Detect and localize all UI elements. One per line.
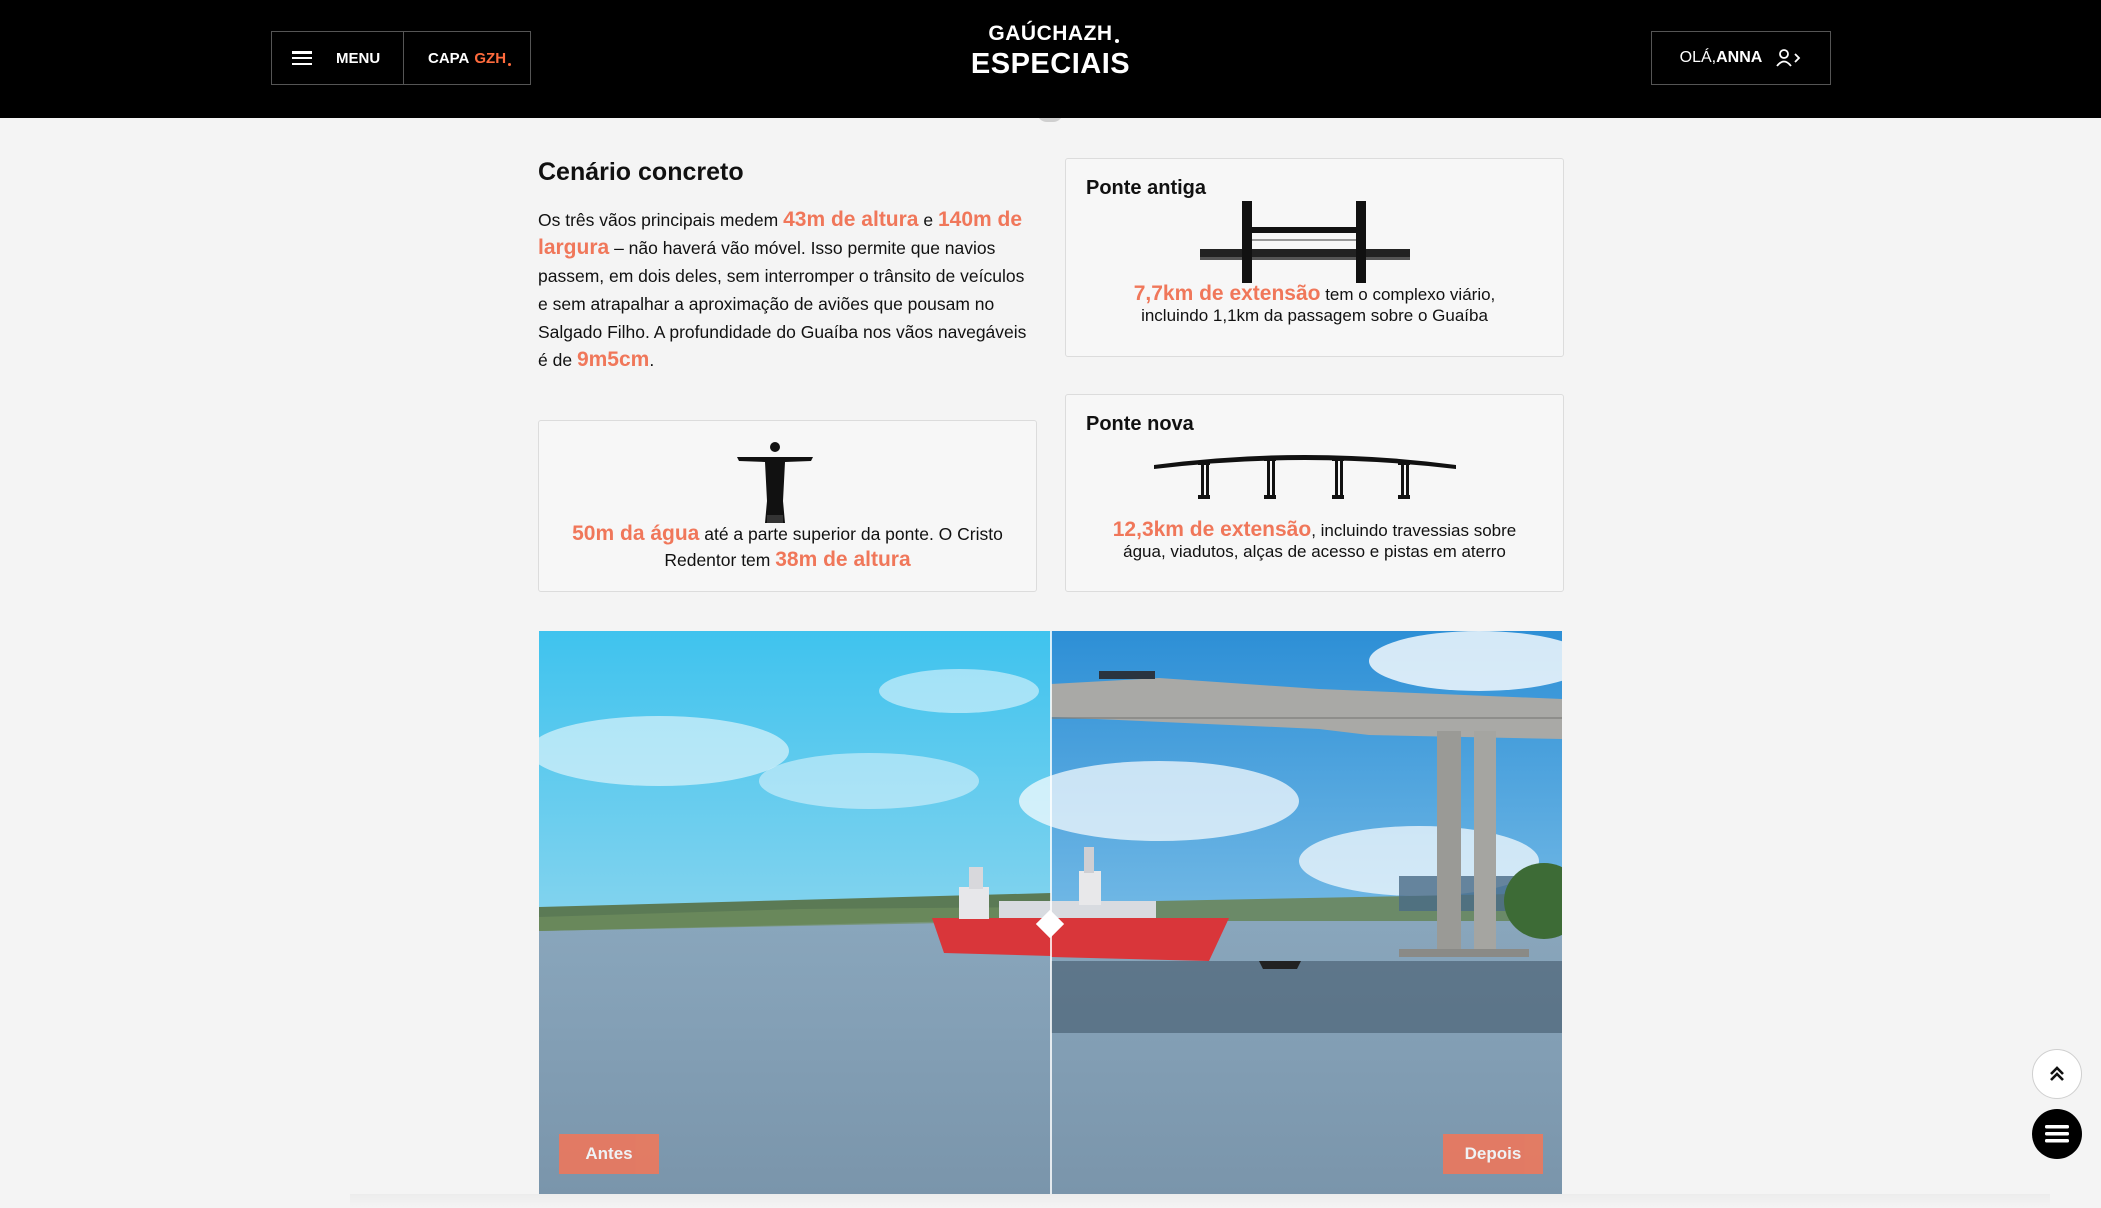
section-title: Cenário concreto	[538, 158, 744, 186]
before-image	[539, 631, 1051, 1194]
cristo-height: 38m de altura	[775, 548, 911, 571]
new-bridge-length: 12,3km de extensão	[1112, 518, 1312, 541]
before-label: Antes	[559, 1134, 659, 1174]
old-bridge-card: Ponte antiga 7,7km de extensão tem o com…	[1065, 158, 1564, 357]
scroll-top-button[interactable]	[2032, 1049, 2082, 1099]
hamburger-icon	[2045, 1125, 2069, 1143]
logo-brand: GAÚCHAZH	[988, 22, 1119, 45]
user-name: ANNA	[1716, 49, 1763, 66]
user-icon	[1776, 49, 1802, 67]
new-bridge-card: Ponte nova 12,3km de extensão, incluindo…	[1065, 394, 1564, 592]
water-height: 50m da água	[572, 522, 700, 545]
cristo-redentor-icon	[737, 442, 813, 523]
cristo-card: 50m da água até a parte superior da pont…	[538, 420, 1037, 592]
height-highlight: 43m de altura	[783, 208, 919, 231]
header-notch	[1037, 112, 1063, 122]
after-image	[1019, 631, 1562, 1194]
before-after-slider[interactable]	[539, 631, 1562, 1194]
intro-paragraph: Os três vãos principais medem 43m de alt…	[538, 208, 1027, 371]
floating-menu-button[interactable]	[2032, 1109, 2082, 1159]
old-bridge-icon	[1200, 201, 1410, 283]
new-bridge-title: Ponte nova	[1086, 413, 1194, 435]
top-bar: MENU CAPA GZH GAÚCHAZH ESPECIAIS OLÁ,ANN…	[0, 0, 2101, 122]
old-bridge-title: Ponte antiga	[1086, 177, 1207, 199]
new-bridge-description: 12,3km de extensão, incluindo travessias…	[1112, 518, 1517, 561]
new-bridge-icon	[1154, 455, 1456, 499]
old-bridge-description: 7,7km de extensão tem o complexo viário,…	[1133, 282, 1496, 325]
double-chevron-up-icon	[2050, 1066, 2064, 1081]
user-greeting: OLÁ,ANNA	[1679, 49, 1763, 66]
depth-highlight: 9m5cm	[576, 348, 650, 371]
cristo-description: 50m da água até a parte superior da pont…	[572, 522, 1003, 571]
after-label: Depois	[1443, 1134, 1543, 1174]
old-bridge-length: 7,7km de extensão	[1133, 282, 1321, 305]
footer-shadow	[350, 1194, 2050, 1208]
user-account-button[interactable]: OLÁ,ANNA	[1651, 31, 1831, 85]
